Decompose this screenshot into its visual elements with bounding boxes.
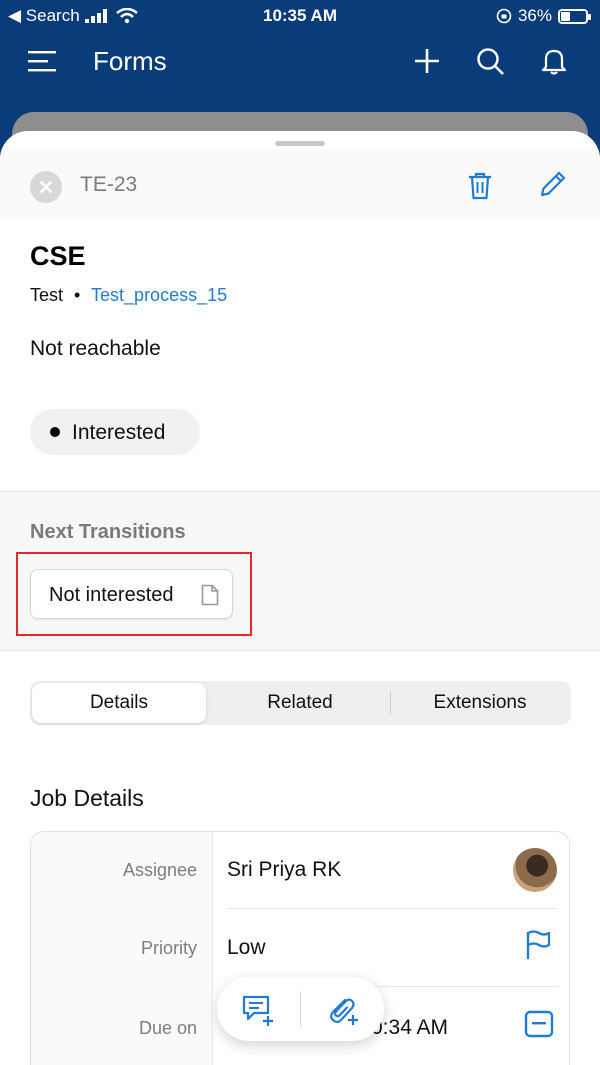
tab-extensions[interactable]: Extensions xyxy=(391,683,569,723)
app-bar: Forms xyxy=(0,36,600,88)
tab-bar: Details Related Extensions xyxy=(30,681,571,725)
record-title: CSE xyxy=(30,241,86,271)
battery-icon xyxy=(558,8,591,24)
record-sheet: TE-23 CSE Test • Test_process_15 Not rea… xyxy=(0,131,600,1065)
fab-divider xyxy=(300,991,301,1027)
state-dot-icon xyxy=(50,427,60,437)
top-bar: ◀ Search 10:35 AM 36% Forms xyxy=(0,0,600,125)
next-transitions-section: Next Transitions Not interested xyxy=(0,491,600,651)
close-button[interactable] xyxy=(30,171,62,203)
transition-button-not-interested[interactable]: Not interested xyxy=(30,569,233,619)
orientation-lock-icon xyxy=(496,8,512,24)
battery-percent: 36% xyxy=(517,6,552,25)
job-details-title: Job Details xyxy=(30,785,144,811)
breadcrumb-parent: Test xyxy=(30,285,64,305)
calendar-icon[interactable] xyxy=(524,1010,554,1038)
record-id: TE-23 xyxy=(80,173,138,196)
flag-icon[interactable] xyxy=(525,930,551,960)
search-icon[interactable] xyxy=(475,46,505,76)
priority-value[interactable]: Low xyxy=(227,936,266,960)
comment-add-icon[interactable] xyxy=(241,993,275,1027)
document-icon xyxy=(201,584,219,606)
assignee-value[interactable]: Sri Priya RK xyxy=(227,858,341,882)
sheet-grabber[interactable] xyxy=(275,141,325,146)
bell-icon[interactable] xyxy=(539,46,569,76)
assignee-label: Assignee xyxy=(122,860,197,880)
breadcrumb: Test • Test_process_15 xyxy=(30,285,227,306)
battery-fill xyxy=(561,11,570,21)
menu-icon[interactable] xyxy=(28,48,58,74)
tab-related[interactable]: Related xyxy=(210,683,390,723)
state-label: Interested xyxy=(72,421,166,444)
quick-actions-bar xyxy=(217,977,384,1041)
next-transitions-heading: Next Transitions xyxy=(30,521,186,543)
status-right: 36% xyxy=(496,6,591,26)
sheet-header: TE-23 xyxy=(0,151,600,217)
state-chip: Interested xyxy=(30,409,200,455)
process-link[interactable]: Test_process_15 xyxy=(91,285,227,305)
row-divider xyxy=(227,908,557,909)
record-description: Not reachable xyxy=(30,337,161,360)
due-on-value[interactable]: 0:34 AM xyxy=(371,1016,448,1040)
avatar[interactable] xyxy=(513,848,557,892)
transition-label: Not interested xyxy=(49,584,174,606)
app-title: Forms xyxy=(93,46,167,76)
trash-icon[interactable] xyxy=(466,171,494,201)
plus-icon[interactable] xyxy=(412,46,442,76)
due-on-label: Due on xyxy=(138,1018,197,1038)
attachment-add-icon[interactable] xyxy=(325,993,359,1027)
tab-details[interactable]: Details xyxy=(32,683,206,723)
breadcrumb-separator: • xyxy=(74,285,81,305)
status-bar: ◀ Search 10:35 AM 36% xyxy=(0,0,600,32)
edit-pencil-icon[interactable] xyxy=(538,169,568,199)
priority-label: Priority xyxy=(140,938,197,958)
